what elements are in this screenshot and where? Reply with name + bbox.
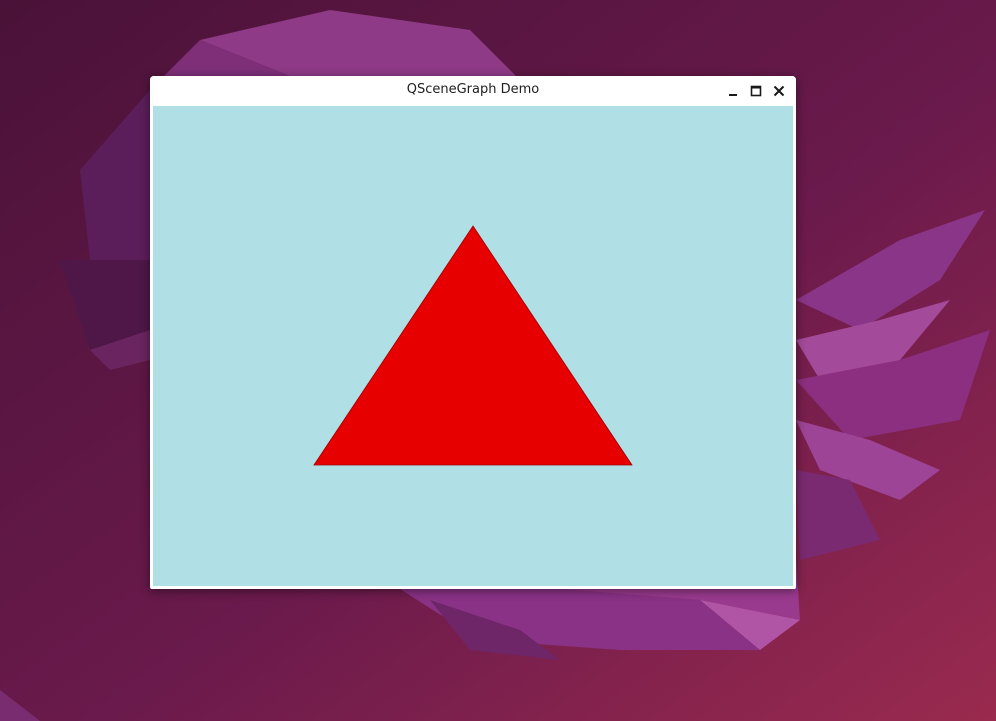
desktop: QSceneGraph Demo xyxy=(0,0,996,721)
minimize-icon xyxy=(729,94,737,96)
window-title: QSceneGraph Demo xyxy=(406,82,540,97)
red-triangle xyxy=(313,225,633,466)
maximize-icon xyxy=(750,85,762,97)
maximize-button[interactable] xyxy=(746,81,766,101)
minimize-button[interactable] xyxy=(723,81,743,101)
close-button[interactable] xyxy=(769,81,789,101)
scene-graph-view xyxy=(313,225,633,466)
title-bar[interactable]: QSceneGraph Demo xyxy=(150,76,796,106)
scene-canvas[interactable] xyxy=(153,106,793,586)
close-icon xyxy=(773,85,785,97)
app-window: QSceneGraph Demo xyxy=(150,76,796,589)
